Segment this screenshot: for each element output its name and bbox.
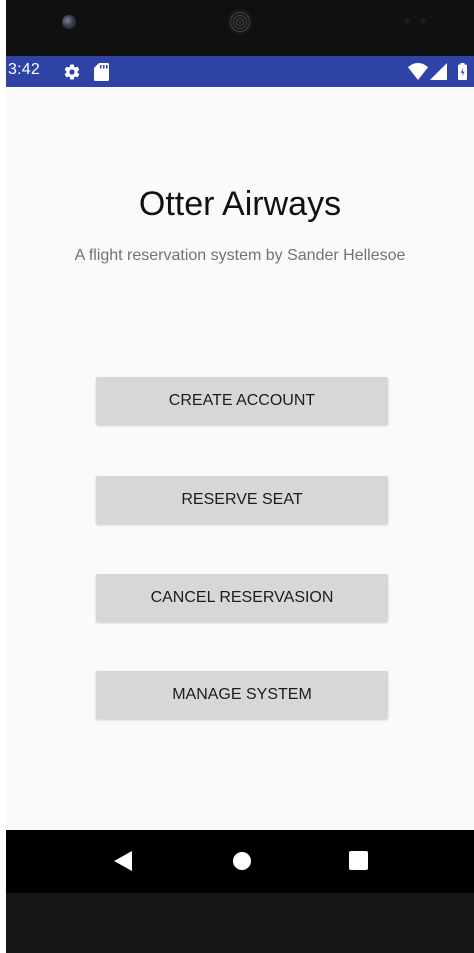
phone-device: 3:42 Otter Airways A flight reservation … (6, 0, 474, 953)
wifi-icon (408, 63, 428, 80)
recents-square-icon[interactable] (349, 851, 368, 870)
create-account-button[interactable]: CREATE ACCOUNT (96, 377, 388, 425)
earpiece-speaker-icon (228, 10, 252, 34)
sd-card-icon (94, 63, 109, 81)
manage-system-button[interactable]: MANAGE SYSTEM (96, 671, 388, 719)
navigation-bar (6, 830, 474, 893)
cancel-reservation-button[interactable]: CANCEL RESERVASION (96, 574, 388, 622)
front-camera-icon (62, 15, 76, 29)
app-subtitle: A flight reservation system by Sander He… (74, 247, 406, 264)
battery-icon (458, 63, 467, 80)
proximity-sensor-icon (404, 18, 410, 24)
status-time: 3:42 (8, 61, 40, 78)
back-triangle-icon[interactable] (114, 851, 132, 871)
settings-gear-icon (64, 64, 80, 80)
cellular-signal-icon (430, 63, 447, 80)
light-sensor-icon (420, 18, 426, 24)
app-title: Otter Airways (138, 185, 342, 223)
home-circle-icon[interactable] (232, 851, 252, 871)
app-screen: Otter Airways A flight reservation syste… (6, 87, 474, 830)
camera-bezel (6, 0, 474, 56)
bottom-bezel (6, 893, 474, 953)
reserve-seat-button[interactable]: RESERVE SEAT (96, 476, 388, 524)
status-bar: 3:42 (6, 56, 474, 87)
